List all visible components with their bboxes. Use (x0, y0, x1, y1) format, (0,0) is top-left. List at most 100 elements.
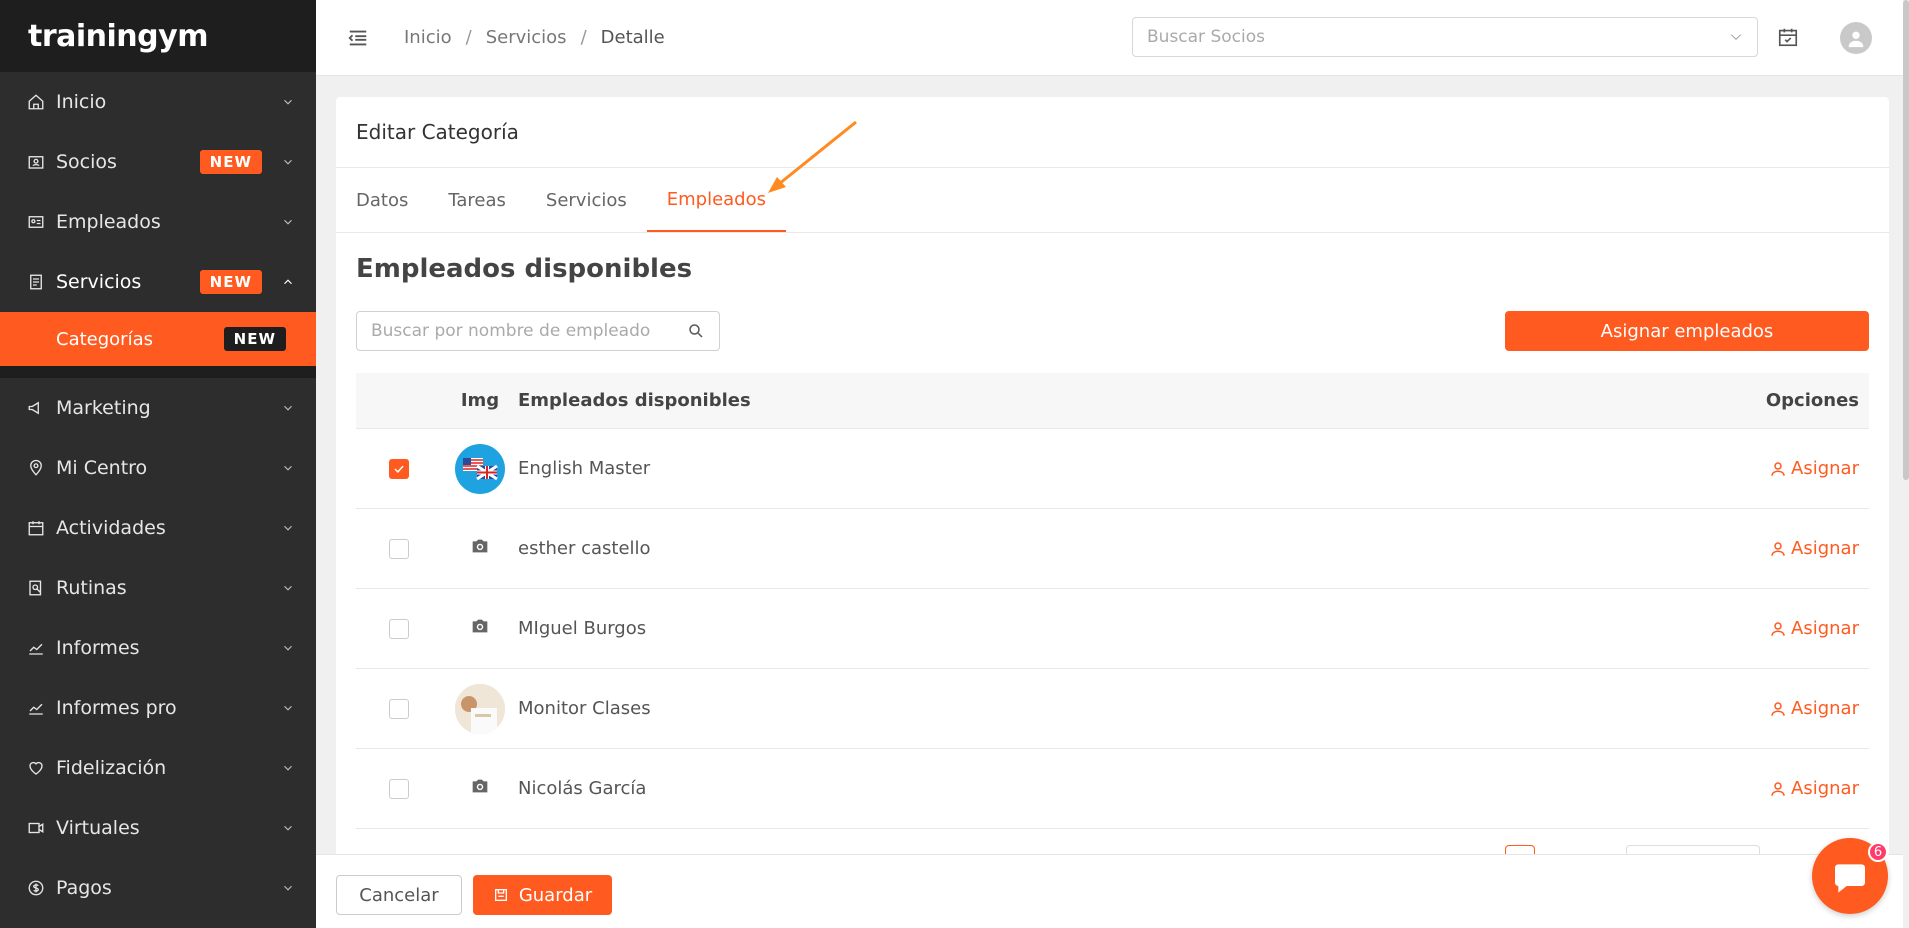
sidebar-item-label: Mi Centro (56, 457, 148, 479)
calendar-check-icon[interactable] (1777, 26, 1801, 50)
calendar-icon (26, 518, 46, 538)
new-badge: NEW (223, 327, 286, 351)
sidebar-item-pagos[interactable]: Pagos (0, 858, 316, 918)
tab-tareas[interactable]: Tareas (448, 168, 506, 232)
search-socios-select[interactable] (1132, 17, 1758, 57)
assign-link-label: Asignar (1791, 458, 1859, 479)
employee-name: esther castello (518, 538, 651, 559)
sidebar-item-label: Empleados (56, 211, 161, 233)
employee-name: Monitor Clases (518, 698, 651, 719)
topbar: Inicio / Servicios / Detalle (316, 0, 1909, 76)
header-img: Img (460, 390, 500, 411)
table-row: Nicolás García Asignar (356, 749, 1869, 829)
logo[interactable]: trainingym (0, 0, 316, 72)
cancel-button[interactable]: Cancelar (336, 875, 462, 915)
user-avatar[interactable] (1840, 22, 1872, 54)
row-checkbox[interactable] (389, 618, 409, 639)
sidebar-item-label: Pagos (56, 877, 112, 899)
scrollbar-thumb[interactable] (1903, 0, 1909, 480)
header-name: Empleados disponibles (518, 390, 751, 411)
breadcrumb: Inicio / Servicios / Detalle (404, 27, 665, 48)
sidebar-item-fidelizacion[interactable]: Fidelización (0, 738, 316, 798)
chevron-down-icon (280, 94, 296, 110)
submenu-divider (0, 366, 316, 378)
employee-name: MIguel Burgos (518, 618, 647, 639)
sidebar-subitem-categorias[interactable]: Categorías NEW (0, 312, 316, 366)
assign-link[interactable]: Asignar (1769, 538, 1859, 559)
chevron-down-icon (280, 580, 296, 596)
chevron-down-icon (280, 460, 296, 476)
search-icon[interactable] (687, 322, 705, 340)
employee-search-input[interactable] (371, 321, 687, 341)
save-button[interactable]: Guardar (473, 875, 612, 915)
search-socios-input[interactable] (1147, 27, 1729, 47)
sidebar-item-mi-centro[interactable]: Mi Centro (0, 438, 316, 498)
sidebar-item-inicio[interactable]: Inicio (0, 72, 316, 132)
sidebar-item-virtuales[interactable]: Virtuales (0, 798, 316, 858)
employee-search-field[interactable] (356, 311, 720, 351)
assign-link-label: Asignar (1791, 538, 1859, 559)
video-icon (26, 818, 46, 838)
badge-card-icon (26, 212, 46, 232)
assign-link[interactable]: Asignar (1769, 698, 1859, 719)
sidebar-item-label: Fidelización (56, 757, 167, 779)
employee-name: Nicolás García (518, 778, 647, 799)
flags-icon (463, 457, 498, 480)
chat-unread-badge: 6 (1868, 842, 1888, 862)
row-checkbox[interactable] (389, 538, 409, 559)
chevron-down-icon (1731, 34, 1741, 40)
user-icon (1848, 31, 1864, 48)
megaphone-icon (26, 398, 46, 418)
sidebar-item-actividades[interactable]: Actividades (0, 498, 316, 558)
row-checkbox[interactable] (389, 458, 409, 479)
clipboard-icon (26, 272, 46, 292)
user-icon (1771, 781, 1785, 796)
check-icon (394, 465, 404, 473)
assign-link-label: Asignar (1791, 778, 1859, 799)
user-icon (1771, 461, 1785, 476)
sidebar-item-label: Marketing (56, 397, 151, 419)
save-button-label: Guardar (518, 884, 593, 906)
row-checkbox[interactable] (389, 698, 409, 719)
menu-collapse-icon[interactable] (346, 26, 370, 50)
sidebar-item-label: Inicio (56, 91, 107, 113)
breadcrumb-item-detalle: Detalle (600, 27, 665, 48)
sidebar-item-label: Informes pro (56, 697, 177, 719)
camera-icon (469, 535, 491, 562)
footer-actions: Cancelar Guardar (316, 854, 1909, 928)
tab-datos[interactable]: Datos (356, 168, 408, 232)
breadcrumb-item-inicio[interactable]: Inicio (404, 27, 452, 48)
dollar-icon (26, 878, 46, 898)
sidebar-item-rutinas[interactable]: Rutinas (0, 558, 316, 618)
sidebar-item-informes[interactable]: Informes (0, 618, 316, 678)
camera-icon (469, 775, 491, 802)
sidebar-nav: Inicio Socios NEW Empleados Servicios NE… (0, 72, 316, 918)
chart-line-icon (26, 638, 46, 658)
assign-employees-button[interactable]: Asignar empleados (1505, 311, 1869, 351)
employee-avatar (455, 683, 505, 734)
assign-link[interactable]: Asignar (1769, 778, 1859, 799)
chart-line-icon (26, 698, 46, 718)
home-icon (26, 92, 46, 112)
breadcrumb-item-servicios[interactable]: Servicios (486, 27, 567, 48)
sidebar-item-empleados[interactable]: Empleados (0, 192, 316, 252)
tab-empleados[interactable]: Empleados (646, 168, 786, 232)
sidebar-item-informes-pro[interactable]: Informes pro (0, 678, 316, 738)
tabs: Datos Tareas Servicios Empleados (336, 168, 1889, 233)
sidebar: trainingym Inicio Socios NEW Empleados S… (0, 0, 316, 928)
assign-link[interactable]: Asignar (1769, 458, 1859, 479)
user-icon (1771, 701, 1785, 716)
tab-servicios[interactable]: Servicios (546, 168, 627, 232)
page-scrollbar[interactable] (1903, 0, 1909, 928)
sidebar-item-socios[interactable]: Socios NEW (0, 132, 316, 192)
sidebar-item-marketing[interactable]: Marketing (0, 378, 316, 438)
sidebar-item-label: Virtuales (56, 817, 140, 839)
card-title: Editar Categoría (336, 97, 1889, 168)
assign-link-label: Asignar (1791, 698, 1859, 719)
assign-link[interactable]: Asignar (1769, 618, 1859, 639)
new-badge: NEW (199, 270, 262, 294)
header-options: Opciones (1765, 390, 1859, 411)
section-title: Empleados disponibles (356, 254, 693, 284)
row-checkbox[interactable] (389, 778, 409, 799)
sidebar-item-servicios[interactable]: Servicios NEW (0, 252, 316, 312)
